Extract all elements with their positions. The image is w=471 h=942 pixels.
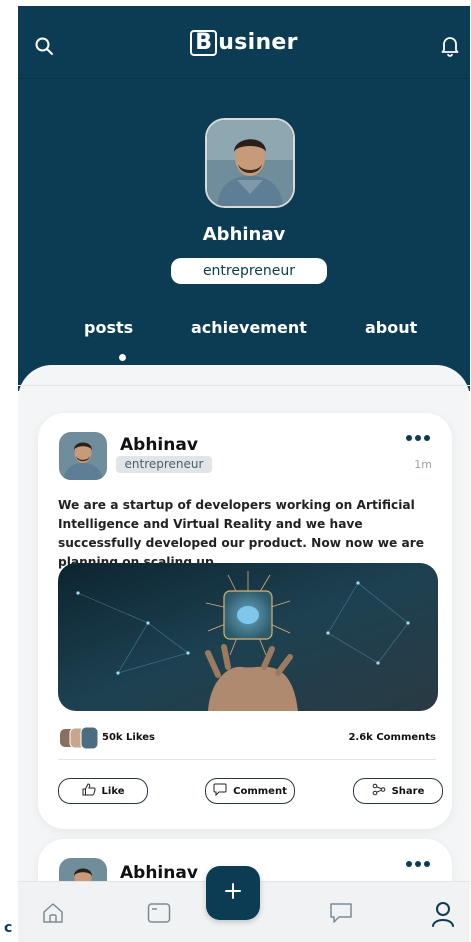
- post-text: We are a startup of developers working o…: [58, 498, 425, 569]
- like-button[interactable]: Like: [58, 778, 148, 804]
- profile-photo: [205, 118, 295, 208]
- avatar[interactable]: [59, 432, 107, 480]
- post-image[interactable]: [58, 563, 438, 711]
- app-logo: Businer: [18, 30, 470, 56]
- comment-icon: [213, 783, 227, 799]
- add-post-button[interactable]: [206, 866, 260, 920]
- tab-posts[interactable]: posts: [84, 318, 133, 337]
- post-author[interactable]: Abhinav: [120, 863, 198, 883]
- profile-role-badge: entrepreneur: [171, 258, 327, 284]
- add-icon: [223, 881, 243, 905]
- card-icon[interactable]: [146, 900, 172, 926]
- corner-text: c: [4, 920, 13, 936]
- thumbs-up-icon: [82, 783, 96, 799]
- home-icon[interactable]: [40, 900, 66, 926]
- post-author-role: entrepreneur: [116, 456, 212, 473]
- post-card: Abhinav entrepreneur 1m We are a startup…: [38, 413, 452, 829]
- share-label: Share: [391, 785, 425, 797]
- tab-achievement[interactable]: achievement: [191, 318, 307, 337]
- feed-edge: [18, 385, 470, 386]
- likes-count[interactable]: 50k Likes: [102, 732, 155, 743]
- logo-text: usiner: [218, 30, 298, 55]
- topbar-divider: [18, 78, 470, 79]
- profile-header: Businer Abhinav entrepreneur posts achie…: [18, 6, 470, 391]
- bell-icon[interactable]: [438, 34, 462, 58]
- posts-feed: Abhinav entrepreneur 1m We are a startup…: [18, 365, 470, 941]
- reactor-avatars: [60, 726, 99, 750]
- profile-name: Abhinav: [202, 224, 286, 245]
- more-options-icon[interactable]: [406, 435, 430, 441]
- card-divider: [58, 759, 436, 760]
- like-label: Like: [101, 785, 125, 797]
- comment-button[interactable]: Comment: [205, 778, 295, 804]
- share-button[interactable]: Share: [353, 778, 443, 804]
- logo-letter: B: [190, 30, 218, 56]
- active-tab-indicator: [119, 354, 126, 361]
- tab-about[interactable]: about: [365, 318, 417, 337]
- post-author[interactable]: Abhinav: [120, 435, 198, 455]
- share-icon: [372, 783, 386, 799]
- more-options-icon[interactable]: [406, 861, 430, 867]
- comment-label: Comment: [233, 785, 287, 797]
- profile-icon[interactable]: [430, 900, 456, 928]
- post-time: 1m: [414, 458, 432, 471]
- chat-icon[interactable]: [328, 900, 354, 926]
- comments-count[interactable]: 2.6k Comments: [348, 732, 436, 743]
